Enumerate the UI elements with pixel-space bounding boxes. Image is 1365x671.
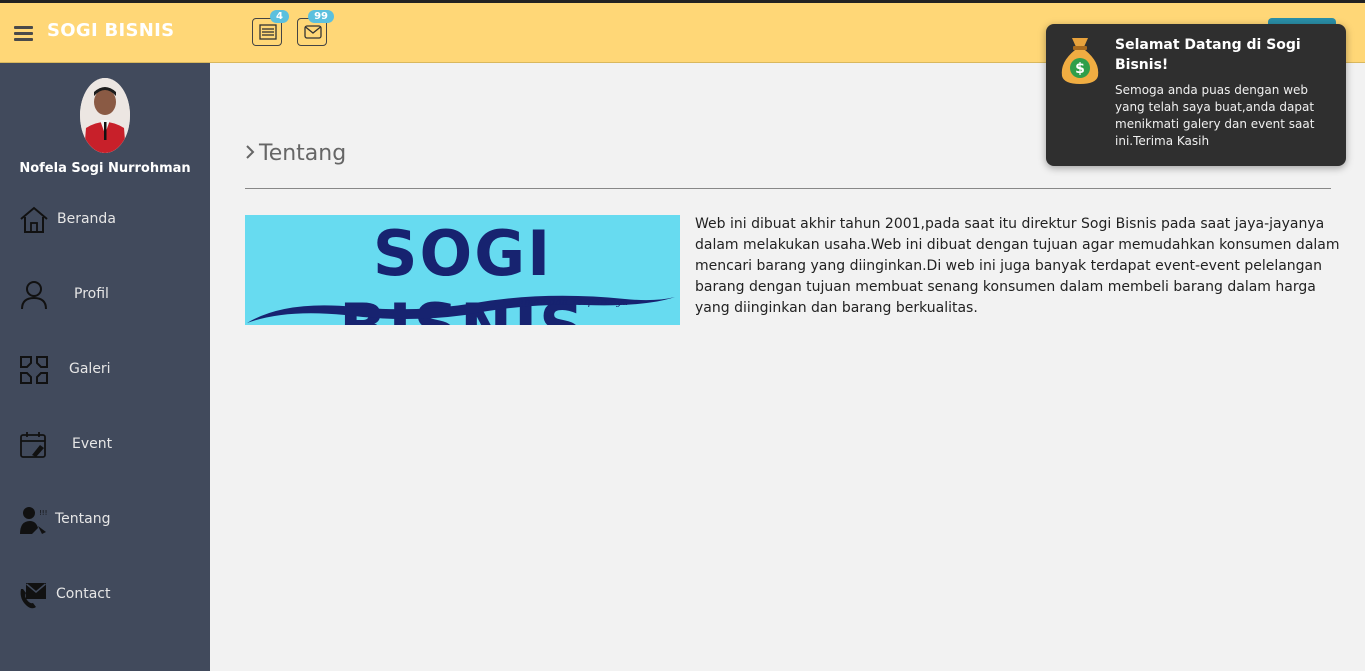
sidebar-item-label: Beranda <box>57 211 116 227</box>
sidebar-item-label: Tentang <box>55 511 111 527</box>
tasks-badge: 4 <box>270 10 289 23</box>
messages-button[interactable]: 99 <box>297 10 334 46</box>
sidebar-item-contact[interactable]: Contact <box>0 575 210 615</box>
sidebar-item-galeri[interactable]: Galeri <box>0 350 210 390</box>
messages-badge: 99 <box>308 10 334 23</box>
svg-text:$: $ <box>1075 61 1085 77</box>
menu-toggle-icon[interactable] <box>14 26 33 41</box>
sidebar-item-label: Event <box>72 436 113 452</box>
username: Nofela Sogi Nurrohman <box>19 161 191 176</box>
toast-title: Selamat Datang di Sogi Bisnis! <box>1115 37 1301 73</box>
person-info-icon: !!! <box>20 507 47 534</box>
gallery-icon <box>20 356 48 384</box>
page-title: Tentang <box>245 141 346 166</box>
tasks-button[interactable]: 4 <box>252 10 289 46</box>
calendar-icon <box>20 432 46 458</box>
sidebar-item-label: Contact <box>56 586 111 602</box>
page-title-text: Tentang <box>259 141 347 166</box>
svg-text:!!!: !!! <box>39 509 47 517</box>
sidebar-item-tentang[interactable]: !!! Tentang <box>0 500 210 540</box>
sidebar-item-event[interactable]: Event <box>0 425 210 465</box>
sidebar-item-label: Profil <box>74 286 109 302</box>
user-icon <box>21 281 47 310</box>
sidebar-item-beranda[interactable]: Beranda <box>0 200 210 240</box>
sidebar: Nofela Sogi Nurrohman Beranda Profil Gal… <box>0 63 210 671</box>
logo-tagline: Aman dan Terpercaya <box>516 297 628 308</box>
list-icon <box>259 24 277 40</box>
brand-title[interactable]: SOGI BISNIS <box>47 20 174 41</box>
home-icon <box>20 206 48 233</box>
sidebar-item-label: Galeri <box>69 361 111 377</box>
avatar <box>80 78 130 153</box>
welcome-toast[interactable]: $ Selamat Datang di Sogi Bisnis! Semoga … <box>1046 24 1346 166</box>
envelope-icon <box>304 25 322 39</box>
chevron-right-icon <box>245 141 255 166</box>
sidebar-item-profil[interactable]: Profil <box>0 275 210 315</box>
divider <box>245 188 1331 189</box>
about-text: Web ini dibuat akhir tahun 2001,pada saa… <box>695 216 1340 316</box>
sogi-bisnis-logo: SOGI BISNIS Aman dan Terpercaya <box>245 215 680 325</box>
money-bag-icon: $ <box>1061 38 1099 84</box>
contact-icon <box>20 583 46 609</box>
toast-body: Semoga anda puas dengan web yang telah s… <box>1115 83 1315 148</box>
